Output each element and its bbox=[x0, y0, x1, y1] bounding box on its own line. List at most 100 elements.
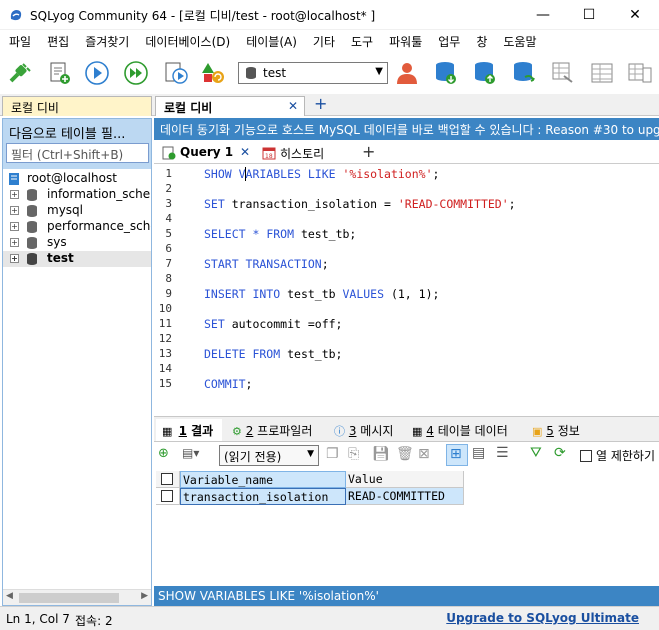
code-line[interactable]: START TRANSACTION; bbox=[204, 257, 329, 271]
maximize-button[interactable]: ☐ bbox=[566, 0, 612, 30]
filter-input[interactable]: 필터 (Ctrl+Shift+B) bbox=[6, 143, 149, 163]
user-manager-icon[interactable] bbox=[394, 60, 420, 86]
sync-database-icon[interactable] bbox=[511, 60, 537, 86]
close-tab-icon[interactable]: ✕ bbox=[288, 99, 298, 113]
menu-edit[interactable]: 편집 bbox=[38, 30, 76, 52]
schema-shapes-icon[interactable] bbox=[200, 60, 226, 86]
upgrade-link[interactable]: Upgrade to SQLyog Ultimate bbox=[446, 611, 639, 625]
cancel-changes-icon[interactable]: ⊠ bbox=[418, 446, 430, 462]
promo-info-bar[interactable]: 데이터 동기화 기능으로 호스트 MySQL 데이터를 바로 백업할 수 있습니… bbox=[154, 118, 659, 140]
new-query-icon[interactable] bbox=[46, 60, 72, 86]
result-tab-table-data[interactable]: ▦ 4 테이블 데이터 bbox=[406, 419, 514, 441]
select-all-checkbox[interactable] bbox=[161, 473, 173, 485]
copy-row-icon[interactable]: ❐ bbox=[326, 446, 339, 462]
limit-rows-checkbox[interactable] bbox=[580, 450, 592, 462]
table-diagnostic-icon[interactable] bbox=[627, 60, 653, 86]
code-line[interactable]: SET transaction_isolation = 'READ-COMMIT… bbox=[204, 197, 516, 211]
filter-icon[interactable]: ⛛ bbox=[530, 445, 542, 461]
code-line[interactable]: SELECT * FROM test_tb; bbox=[204, 227, 356, 241]
menu-powertools[interactable]: 파워툴 bbox=[380, 30, 429, 52]
execute-all-icon[interactable] bbox=[123, 60, 149, 86]
sql-editor[interactable]: 1 SHOW VARIABLES LIKE '%isolation%'; 2 3 SET… bbox=[154, 164, 659, 416]
expand-icon[interactable]: + bbox=[10, 238, 19, 247]
refresh-icon[interactable]: ⟳ bbox=[554, 445, 566, 461]
code-line[interactable]: INSERT INTO test_tb VALUES (1, 1); bbox=[204, 287, 439, 301]
delete-icon[interactable]: 🗑︎ bbox=[396, 446, 414, 462]
add-row-icon[interactable]: ⊕ bbox=[158, 446, 176, 464]
menu-transaction[interactable]: 업무 bbox=[429, 30, 467, 52]
restore-database-icon[interactable] bbox=[472, 60, 498, 86]
horizontal-scrollbar[interactable]: ◀ ▶ bbox=[3, 589, 151, 605]
grid-view-button[interactable]: ⊞ bbox=[446, 444, 468, 466]
result-tab-info[interactable]: ▣ 5 정보 bbox=[526, 419, 586, 441]
scroll-right-icon[interactable]: ▶ bbox=[141, 591, 148, 601]
tree-item-test[interactable]: + test bbox=[3, 251, 151, 267]
result-tab-result[interactable]: ▦ 1 결과 bbox=[156, 419, 222, 441]
scrollbar-thumb[interactable] bbox=[19, 593, 119, 603]
row-options-icon[interactable]: ▤▾ bbox=[182, 446, 208, 464]
execute-query-icon[interactable] bbox=[84, 60, 110, 86]
close-window-button[interactable]: ✕ bbox=[612, 0, 658, 30]
query-tab-1[interactable]: Query 1 ✕ bbox=[158, 142, 254, 164]
execute-and-edit-icon[interactable] bbox=[163, 60, 189, 86]
line-number: 7 bbox=[165, 257, 172, 270]
expand-icon[interactable]: + bbox=[10, 190, 19, 199]
menu-window[interactable]: 창 bbox=[467, 30, 494, 52]
code-line[interactable]: SET autocommit =off; bbox=[204, 317, 342, 331]
code-line[interactable]: DELETE FROM test_tb; bbox=[204, 347, 342, 361]
history-tab[interactable]: 18 히스토리 bbox=[258, 142, 338, 164]
connection-tab-2[interactable]: 로컬 디비 ✕ bbox=[155, 96, 305, 116]
tree-item-label: test bbox=[47, 251, 74, 265]
add-query-tab-button[interactable]: + bbox=[362, 142, 375, 161]
menu-tools[interactable]: 도구 bbox=[342, 30, 380, 52]
expand-icon[interactable]: + bbox=[10, 222, 19, 231]
line-number: 4 bbox=[165, 212, 172, 225]
menu-table[interactable]: 테이블(A) bbox=[237, 30, 304, 52]
connection-tab-label: 로컬 디비 bbox=[164, 101, 213, 115]
connection-tab-label: 로컬 디비 bbox=[11, 101, 59, 115]
menu-file[interactable]: 파일 bbox=[0, 30, 38, 52]
tree-item-information-schema[interactable]: + information_schema bbox=[3, 187, 151, 203]
menu-others[interactable]: 기타 bbox=[304, 30, 342, 52]
history-tab-label: 히스토리 bbox=[280, 147, 325, 161]
menu-favorites[interactable]: 즐겨찾기 bbox=[76, 30, 136, 52]
tree-item-mysql[interactable]: + mysql bbox=[3, 203, 151, 219]
table-cell[interactable]: READ-COMMITTED bbox=[346, 488, 464, 505]
object-browser-header: 다음으로 테이블 필... bbox=[9, 127, 126, 142]
tree-item-performance-schema[interactable]: + performance_schema bbox=[3, 219, 151, 235]
connection-tab-1[interactable]: 로컬 디비 bbox=[2, 96, 152, 116]
expand-icon[interactable]: + bbox=[10, 254, 19, 263]
close-tab-icon[interactable]: ✕ bbox=[240, 145, 250, 159]
row-selector[interactable] bbox=[156, 488, 180, 505]
row-checkbox[interactable] bbox=[161, 490, 173, 502]
result-mode-select[interactable]: (읽기 전용) ▼ bbox=[219, 445, 319, 466]
text-view-icon[interactable]: ☰ bbox=[496, 445, 509, 461]
table-cell[interactable]: transaction_isolation bbox=[180, 488, 346, 505]
connect-plug-icon[interactable] bbox=[6, 60, 32, 86]
minimize-button[interactable]: — bbox=[520, 0, 566, 30]
column-header-value[interactable]: Value bbox=[346, 471, 464, 488]
import-table-icon[interactable] bbox=[550, 60, 576, 86]
code-line[interactable]: COMMIT; bbox=[204, 377, 252, 391]
menu-help[interactable]: 도움말 bbox=[494, 30, 543, 52]
select-all-header[interactable] bbox=[156, 471, 180, 488]
result-tab-messages[interactable]: ⓘ 3 메시지 bbox=[328, 419, 399, 441]
database-selector[interactable]: test ▼ bbox=[238, 62, 388, 84]
code-line[interactable]: SHOW VARIABLES LIKE '%isolation%'; bbox=[204, 167, 439, 181]
server-icon bbox=[9, 173, 19, 185]
tree-root-connection[interactable]: root@localhost bbox=[3, 171, 151, 187]
line-number: 13 bbox=[158, 347, 172, 360]
paste-icon[interactable]: ⎘ bbox=[348, 446, 359, 462]
add-connection-tab-button[interactable]: + bbox=[314, 94, 327, 113]
scroll-left-icon[interactable]: ◀ bbox=[6, 591, 13, 601]
column-header-variable-name[interactable]: Variable_name bbox=[180, 471, 346, 488]
window-title: SQLyog Community 64 - [로컬 디비/test - root… bbox=[30, 9, 376, 23]
backup-database-icon[interactable] bbox=[433, 60, 459, 86]
form-view-icon[interactable]: ▤ bbox=[472, 445, 485, 461]
table-schema-icon[interactable] bbox=[589, 60, 615, 86]
expand-icon[interactable]: + bbox=[10, 206, 19, 215]
save-icon[interactable]: 💾︎ bbox=[372, 446, 390, 462]
tree-item-sys[interactable]: + sys bbox=[3, 235, 151, 251]
result-tab-profiler[interactable]: ⚙ 2 프로파일러 bbox=[226, 419, 318, 441]
menu-database[interactable]: 데이터베이스(D) bbox=[136, 30, 237, 52]
